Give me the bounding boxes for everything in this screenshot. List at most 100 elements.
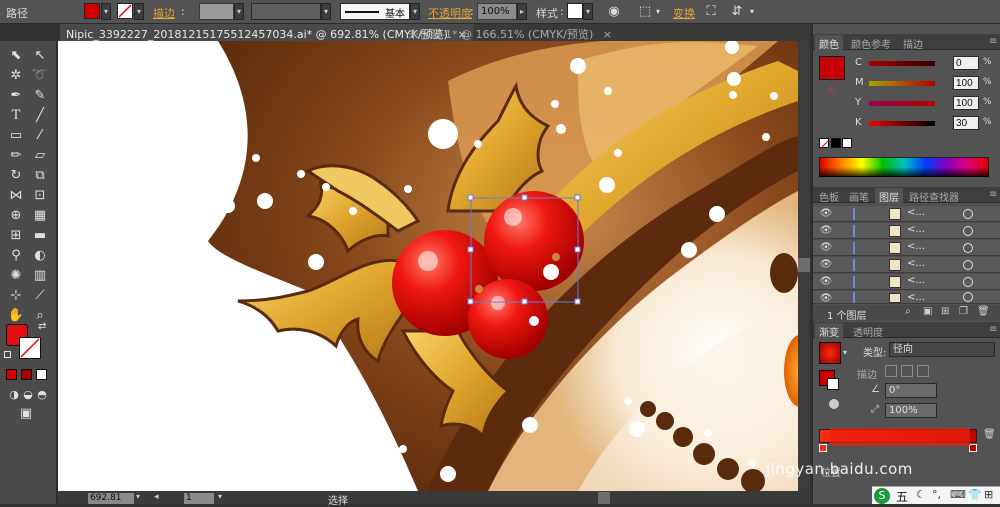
stroke-dropdown-icon[interactable]: ▾ [134, 3, 144, 20]
prev-artboard-icon[interactable]: ◂ [154, 492, 159, 502]
arrange-icon[interactable]: ⇵ [729, 4, 745, 20]
magenta-field[interactable] [953, 76, 979, 90]
tab-color[interactable]: 颜色 [815, 35, 843, 52]
variable-width-dropdown-icon[interactable]: ▾ [321, 3, 331, 20]
brush-profile-field[interactable]: 基本 [340, 3, 410, 20]
new-layer-icon[interactable]: ❐ [959, 306, 968, 317]
pen-tool-icon[interactable]: ✒ [6, 87, 26, 105]
color-fill-swatch[interactable] [819, 56, 845, 80]
locate-object-icon[interactable]: ⌕ [905, 306, 911, 317]
stroke-option-3-icon[interactable] [917, 365, 929, 377]
delete-stop-icon[interactable]: 🗑 [983, 429, 996, 440]
magic-wand-tool-icon[interactable]: ✲ [6, 67, 26, 85]
stroke-weight-dropdown-icon[interactable]: ▾ [234, 3, 244, 20]
screen-mode-icon[interactable]: ▣ [16, 405, 36, 423]
stroke-option-1-icon[interactable] [885, 365, 897, 377]
arrange-dropdown-icon[interactable]: ▾ [744, 4, 760, 20]
rotate-tool-icon[interactable]: ↻ [6, 167, 26, 185]
tab-layers[interactable]: 图层 [875, 188, 903, 205]
style-swatch[interactable] [567, 3, 583, 19]
artboard-canvas[interactable] [58, 41, 798, 491]
stroke-swatch[interactable] [117, 3, 133, 19]
vertical-scrollbar-thumb[interactable] [798, 258, 810, 272]
target-circle-icon[interactable] [963, 292, 973, 302]
gradient-mode-icon[interactable] [21, 369, 32, 380]
layer-row[interactable]: 👁 <... [813, 257, 1000, 273]
moon-icon[interactable]: ☾ [916, 488, 926, 501]
target-circle-icon[interactable] [963, 209, 973, 219]
slice-tool-icon[interactable]: ⟋ [30, 287, 50, 305]
artboard-tool-icon[interactable]: ⊹ [6, 287, 26, 305]
style-dropdown-icon[interactable]: ▾ [583, 3, 593, 20]
layer-row[interactable]: 👁 <... [813, 223, 1000, 239]
visibility-eye-icon[interactable]: 👁 [819, 293, 833, 305]
tab-swatches[interactable]: 色板 [815, 188, 843, 205]
magenta-slider[interactable] [869, 81, 935, 86]
delete-layer-icon[interactable]: 🗑 [977, 306, 990, 317]
sogou-icon[interactable]: S [874, 488, 890, 504]
cyan-field[interactable] [953, 56, 979, 70]
visibility-eye-icon[interactable]: 👁 [819, 208, 833, 220]
layer-row[interactable]: 👁 <... [813, 206, 1000, 222]
opacity-field[interactable]: 100% [477, 3, 517, 20]
tab-gradient[interactable]: 渐变 [815, 323, 843, 340]
draw-inside-icon[interactable]: ◓ [32, 386, 52, 404]
none-color-icon[interactable] [819, 138, 829, 150]
selection-tool-icon[interactable]: ⬉ [6, 47, 26, 65]
brush-dropdown-icon[interactable]: ▾ [410, 3, 420, 20]
target-circle-icon[interactable] [963, 243, 973, 253]
layer-row[interactable]: 👁 <... [813, 274, 1000, 290]
tab-transparency[interactable]: 透明度 [849, 323, 887, 340]
isolate-icon[interactable]: ⛶ [703, 4, 719, 20]
gradient-preview-swatch[interactable] [819, 342, 841, 364]
swap-fill-stroke-icon[interactable]: ⇄ [38, 321, 46, 332]
type-tool-icon[interactable]: T [6, 107, 26, 125]
white-color-icon[interactable] [842, 138, 852, 148]
recolor-icon[interactable]: ◉ [606, 4, 622, 20]
fill-swatch[interactable] [84, 3, 100, 19]
visibility-eye-icon[interactable]: 👁 [819, 242, 833, 254]
symbol-sprayer-tool-icon[interactable]: ✺ [6, 267, 26, 285]
hand-tool-icon[interactable]: ✋ [6, 307, 26, 325]
shape-builder-tool-icon[interactable]: ⊕ [6, 207, 26, 225]
reverse-gradient-icon[interactable] [829, 399, 839, 409]
variable-width-field[interactable] [251, 3, 321, 20]
gradient-stop[interactable] [819, 444, 827, 452]
gradient-stroke-icon[interactable] [827, 378, 839, 390]
artboard-dropdown-icon[interactable]: ▾ [218, 492, 222, 501]
target-circle-icon[interactable] [963, 226, 973, 236]
yellow-field[interactable] [953, 96, 979, 110]
tab-color-guide[interactable]: 颜色参考 [847, 35, 895, 52]
line-tool-icon[interactable]: ╱ [30, 107, 50, 125]
tab-pathfinder[interactable]: 路径查找器 [905, 188, 963, 205]
width-tool-icon[interactable]: ⋈ [6, 187, 26, 205]
yellow-slider[interactable] [869, 101, 935, 106]
zoom-field[interactable]: 692.81 [88, 493, 134, 504]
tab-brushes[interactable]: 画笔 [845, 188, 873, 205]
opacity-dropdown-icon[interactable]: ▸ [517, 3, 527, 20]
punctuation-icon[interactable]: °, [932, 488, 941, 501]
black-field[interactable] [953, 116, 979, 130]
blend-tool-icon[interactable]: ◐ [30, 247, 50, 265]
panel-menu-icon[interactable]: ≡ [985, 35, 1000, 48]
perspective-grid-tool-icon[interactable]: ▦ [30, 207, 50, 225]
tab-stroke[interactable]: 描边 [899, 35, 927, 52]
none-mode-icon[interactable] [36, 369, 47, 380]
opacity-label[interactable]: 不透明度 [428, 5, 472, 21]
tab-document-2[interactable]: 未标题-1* @ 166.51% (CMYK/预览) × [402, 24, 618, 41]
aspect-ratio-field[interactable]: 100% [885, 403, 937, 418]
stroke-label[interactable]: 描边 [153, 5, 175, 21]
panel-menu-icon[interactable]: ≡ [985, 323, 1000, 336]
eraser-tool-icon[interactable]: ▱ [30, 147, 50, 165]
rectangle-tool-icon[interactable]: ▭ [6, 127, 26, 145]
stroke-weight-field[interactable] [199, 3, 234, 20]
transform-link[interactable]: 变换 [673, 5, 695, 21]
gradient-type-select[interactable]: 径向 [889, 342, 995, 357]
layer-row[interactable]: 👁 <... [813, 291, 1000, 304]
visibility-eye-icon[interactable]: 👁 [819, 225, 833, 237]
visibility-eye-icon[interactable]: 👁 [819, 276, 833, 288]
scale-tool-icon[interactable]: ⧉ [30, 167, 50, 185]
keyboard-icon[interactable]: ⌨ [950, 488, 966, 501]
gradient-tool-icon[interactable]: ▬ [30, 227, 50, 245]
align-dropdown-icon[interactable]: ▾ [650, 4, 666, 20]
